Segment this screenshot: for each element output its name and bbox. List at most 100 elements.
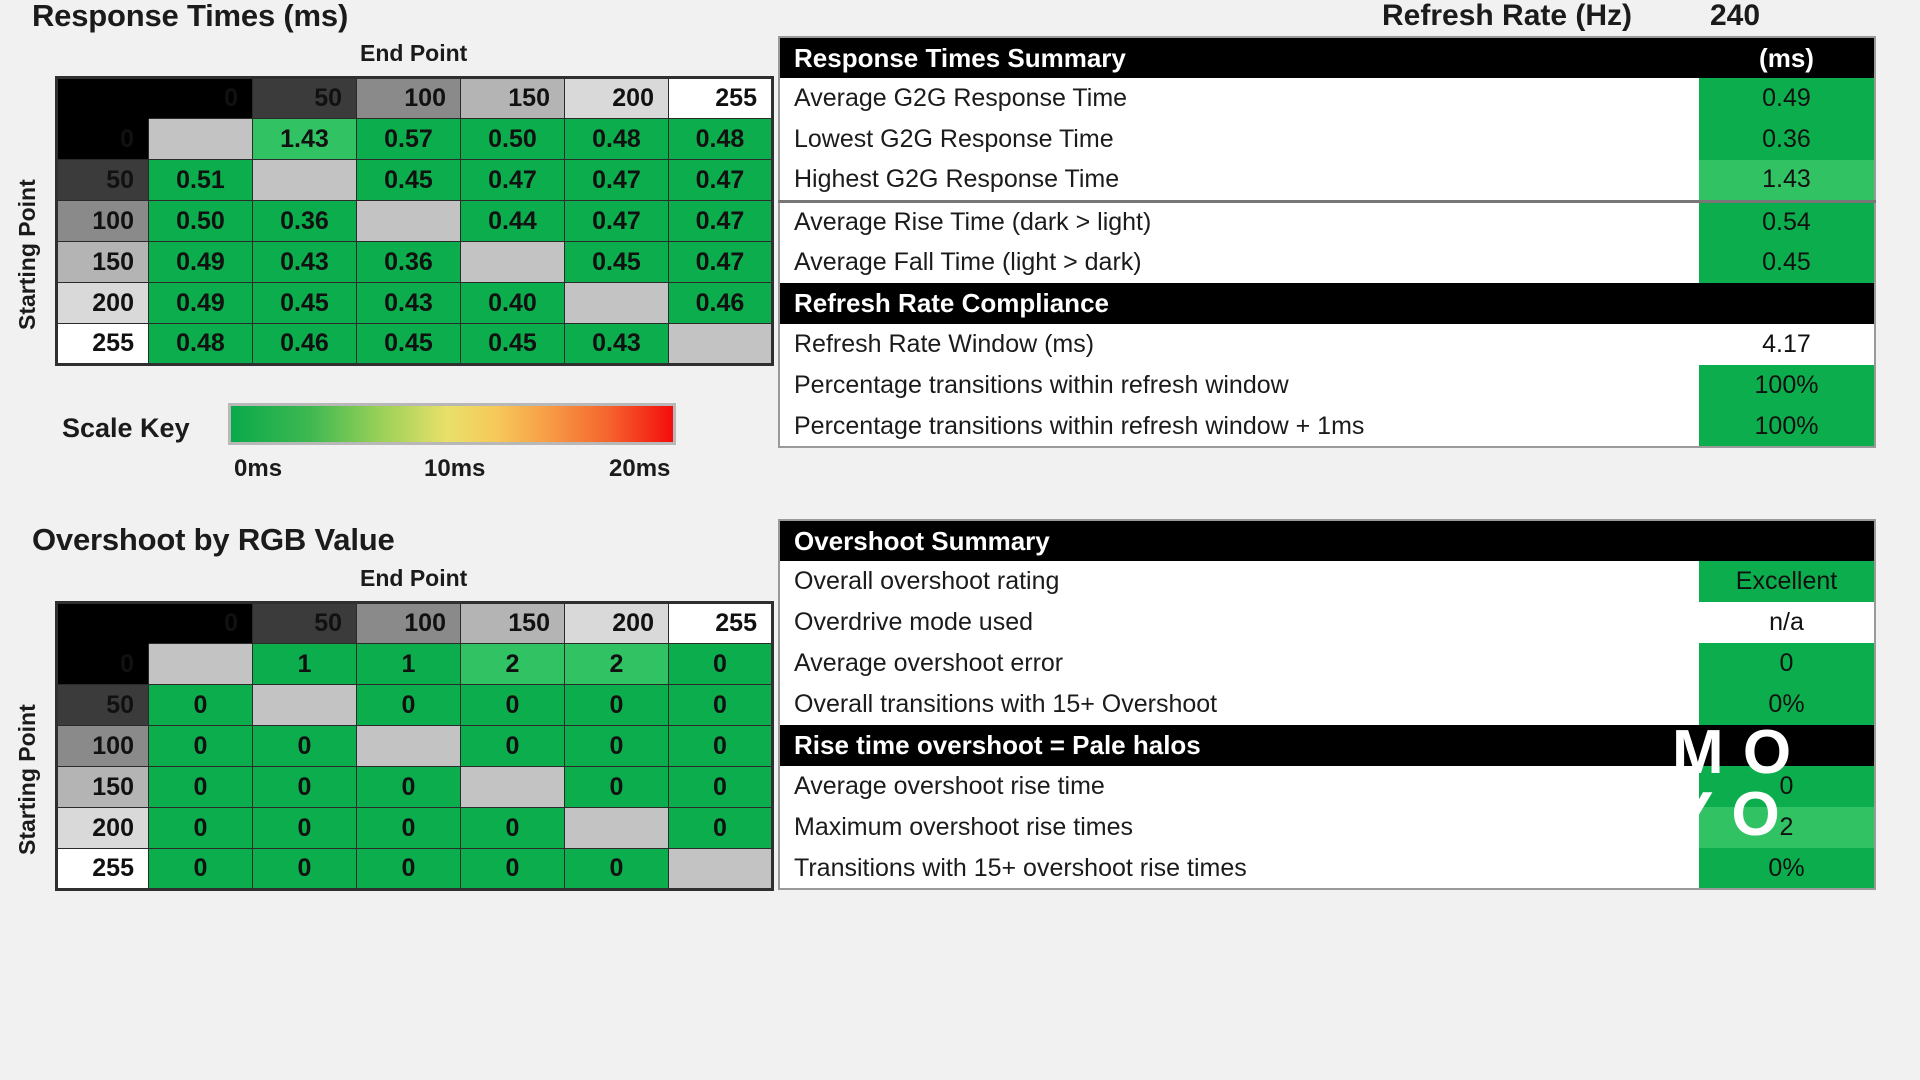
summary-row-value: 0.45 — [1699, 242, 1875, 283]
refresh-rate-label: Refresh Rate (Hz) — [1382, 0, 1633, 32]
matrix-cell: 0.50 — [460, 118, 565, 160]
matrix-cell-na — [148, 118, 253, 160]
matrix-cell: 0.45 — [356, 159, 461, 201]
matrix-cell: 0.47 — [460, 159, 565, 201]
matrix-cell-na — [564, 282, 669, 324]
summary-row: Average G2G Response Time 0.49 — [779, 78, 1875, 119]
summary-row: Highest G2G Response Time 1.43 — [779, 160, 1875, 201]
response-times-title: Response Times (ms) — [32, 0, 349, 33]
summary-row-value: 0 — [1699, 643, 1875, 684]
matrix-row: 200 0 0 0 0 0 — [56, 807, 773, 849]
matrix-row: 255 0.48 0.46 0.45 0.45 0.43 — [56, 323, 773, 365]
matrix-row: 50 0 0 0 0 0 — [56, 684, 773, 726]
matrix-cell: 0.40 — [460, 282, 565, 324]
summary-row-value: 0.49 — [1699, 78, 1875, 119]
matrix-cell: 0.51 — [148, 159, 253, 201]
summary-row-value: 1.43 — [1699, 160, 1875, 201]
matrix-cell: 0.49 — [148, 241, 253, 283]
matrix-cell: 0 — [460, 807, 565, 849]
matrix-row: 50 0.51 0.45 0.47 0.47 0.47 — [56, 159, 773, 201]
summary-section-header: Rise time overshoot = Pale halos — [779, 725, 1875, 766]
matrix-cell: 1 — [356, 643, 461, 685]
summary-section-header: Refresh Rate Compliance — [779, 283, 1875, 324]
matrix-cell: 0.47 — [564, 200, 669, 242]
matrix-col-header: 255 — [668, 602, 773, 644]
summary-row: Percentage transitions within refresh wi… — [779, 406, 1875, 447]
summary-row: Transitions with 15+ overshoot rise time… — [779, 848, 1875, 889]
summary-row-label: Percentage transitions within refresh wi… — [779, 406, 1699, 447]
summary-row-label: Average G2G Response Time — [779, 78, 1699, 119]
matrix-row-header: 150 — [56, 766, 149, 808]
matrix-cell: 0.45 — [356, 323, 461, 365]
matrix-cell: 0.47 — [668, 200, 773, 242]
summary-row-value: 0.54 — [1699, 199, 1875, 242]
matrix-cell-na — [356, 725, 461, 767]
matrix-cell: 0 — [564, 848, 669, 890]
scale-key-gradient-bar — [228, 403, 676, 445]
matrix-cell: 0 — [356, 684, 461, 726]
response-matrix-x-axis-label: End Point — [360, 40, 468, 66]
matrix-cell-na — [356, 200, 461, 242]
summary-row-label: Highest G2G Response Time — [779, 160, 1699, 201]
matrix-cell-na — [252, 684, 357, 726]
matrix-col-header: 0 — [148, 602, 253, 644]
matrix-cell-na — [668, 323, 773, 365]
matrix-cell: 0 — [460, 684, 565, 726]
summary-row-value: Excellent — [1699, 561, 1875, 602]
summary-row-value: 2 — [1699, 807, 1875, 848]
summary-section-title: Rise time overshoot = Pale halos — [779, 725, 1699, 766]
matrix-cell: 0.44 — [460, 200, 565, 242]
matrix-cell: 0.47 — [564, 159, 669, 201]
summary-section-title: Refresh Rate Compliance — [779, 283, 1699, 324]
matrix-cell: 0 — [564, 725, 669, 767]
response-summary-panel: Response Times Summary (ms) Average G2G Re… — [778, 36, 1876, 448]
overshoot-matrix: 0 50 100 150 200 255 0 1 1 2 2 0 50 0 0 0 0 0 100 0 0 0 0 0 150 0… — [55, 601, 774, 891]
matrix-row: 011220 — [56, 643, 773, 685]
summary-section-header: Overshoot Summary — [779, 520, 1875, 561]
summary-row-value: 4.17 — [1699, 324, 1875, 365]
matrix-row-header: 255 — [56, 848, 149, 890]
matrix-cell: 0.43 — [564, 323, 669, 365]
matrix-cell: 0 — [148, 725, 253, 767]
summary-row: Refresh Rate Window (ms) 4.17 — [779, 324, 1875, 365]
matrix-row: 0 1.43 0.57 0.50 0.48 0.48 — [56, 118, 773, 160]
summary-section-title: Overshoot Summary — [779, 520, 1699, 561]
matrix-cell-na — [460, 766, 565, 808]
summary-row: Average overshoot rise time 0 — [779, 766, 1875, 807]
summary-row: Percentage transitions within refresh wi… — [779, 365, 1875, 406]
matrix-cell: 0.36 — [252, 200, 357, 242]
matrix-row-header: 255 — [56, 323, 149, 365]
matrix-col-header: 100 — [356, 77, 461, 119]
summary-section-title: Response Times Summary — [779, 37, 1699, 78]
overshoot-matrix-y-axis-label: Starting Point — [14, 704, 40, 855]
summary-row-label: Overdrive mode used — [779, 602, 1699, 643]
matrix-row-header: 0 — [56, 118, 149, 160]
matrix-row: 200 0.49 0.45 0.43 0.40 0.46 — [56, 282, 773, 324]
matrix-cell-na — [564, 807, 669, 849]
matrix-corner — [56, 77, 149, 119]
matrix-col-header: 100 — [356, 602, 461, 644]
summary-row-value: 100% — [1699, 365, 1875, 406]
matrix-cell: 0.49 — [148, 282, 253, 324]
matrix-cell: 0 — [668, 725, 773, 767]
summary-row-value: 0.36 — [1699, 119, 1875, 160]
matrix-row: 150 0 0 0 0 0 — [56, 766, 773, 808]
matrix-cell: 0 — [148, 684, 253, 726]
refresh-rate-value: 240 — [1710, 0, 1761, 32]
summary-row: Maximum overshoot rise times 2 — [779, 807, 1875, 848]
matrix-row-header: 50 — [56, 684, 149, 726]
summary-row-label: Average overshoot error — [779, 643, 1699, 684]
summary-row-label: Percentage transitions within refresh wi… — [779, 365, 1699, 406]
matrix-cell: 0 — [252, 725, 357, 767]
summary-row-label: Transitions with 15+ overshoot rise time… — [779, 848, 1699, 889]
matrix-cell-na — [668, 848, 773, 890]
matrix-col-header: 255 — [668, 77, 773, 119]
summary-section-unit — [1699, 725, 1875, 766]
summary-row: Overdrive mode used n/a — [779, 602, 1875, 643]
matrix-cell: 0 — [668, 643, 773, 685]
matrix-cell: 0 — [668, 766, 773, 808]
matrix-cell: 0 — [668, 807, 773, 849]
summary-row: Average Rise Time (dark > light) 0.54 — [779, 199, 1875, 242]
matrix-cell-na — [460, 241, 565, 283]
matrix-cell: 0.47 — [668, 159, 773, 201]
